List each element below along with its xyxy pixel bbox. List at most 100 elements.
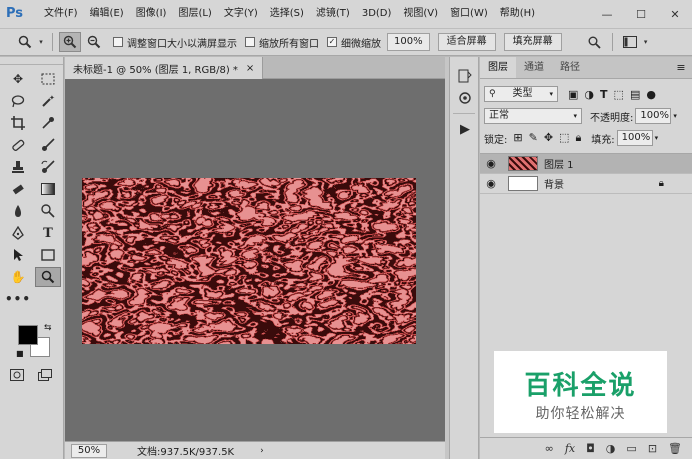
menu-3d[interactable]: 3D(D)	[356, 0, 398, 28]
checkmark-icon[interactable]: ✓	[327, 37, 337, 47]
menu-edit[interactable]: 编辑(E)	[84, 0, 130, 28]
checkbox-box[interactable]	[245, 37, 255, 47]
resize-windows-checkbox[interactable]: 调整窗口大小以满屏显示	[113, 35, 237, 50]
lock-image-icon[interactable]: ✎	[529, 131, 538, 145]
panel-menu-icon[interactable]: ≡	[670, 57, 692, 78]
zoom-out-icon[interactable]	[83, 32, 105, 52]
lock-transparent-icon[interactable]: ⊞	[513, 131, 522, 145]
eye-icon[interactable]: ◉	[480, 177, 502, 190]
checkbox-box[interactable]	[113, 37, 123, 47]
clone-stamp-tool-icon[interactable]	[5, 157, 31, 177]
edit-toolbar-icon[interactable]: •••	[5, 289, 31, 309]
menu-select[interactable]: 选择(S)	[264, 0, 310, 28]
history-brush-tool-icon[interactable]	[35, 157, 61, 177]
panel-grip[interactable]	[450, 57, 478, 65]
foreground-color-swatch[interactable]	[18, 325, 38, 345]
link-layers-icon[interactable]: ∞	[545, 442, 554, 455]
swap-colors-icon[interactable]: ⇆	[44, 323, 52, 333]
zoom-in-icon[interactable]	[59, 32, 81, 52]
search-icon[interactable]	[584, 32, 606, 52]
history-panel-icon[interactable]	[450, 65, 480, 87]
new-group-icon[interactable]: ▭	[626, 442, 636, 455]
document-tab[interactable]: 未标题-1 @ 50% (图层 1, RGB/8) * ×	[65, 57, 264, 79]
dodge-tool-icon[interactable]	[35, 201, 61, 221]
type-filter-icon[interactable]: T	[600, 88, 608, 101]
quick-mask-icon[interactable]	[10, 369, 24, 384]
add-mask-icon[interactable]: ◘	[586, 442, 595, 455]
move-tool-icon[interactable]: ✥	[5, 69, 31, 89]
menu-filter[interactable]: 滤镜(T)	[310, 0, 356, 28]
path-selection-tool-icon[interactable]	[5, 245, 31, 265]
fit-screen-button[interactable]: 适合屏幕	[437, 33, 496, 51]
chevron-down-icon[interactable]: ▾	[655, 134, 659, 142]
zoom-tool-preset-icon[interactable]	[14, 32, 36, 52]
properties-panel-icon[interactable]	[450, 87, 480, 109]
document-canvas[interactable]	[82, 178, 416, 344]
tab-paths[interactable]: 路径	[552, 57, 588, 78]
fill-field[interactable]: 100%	[616, 130, 653, 146]
menu-file[interactable]: 文件(F)	[38, 0, 84, 28]
trash-icon[interactable]: 🗑︎	[668, 442, 682, 455]
menu-type[interactable]: 文字(Y)	[218, 0, 264, 28]
workspace-switcher-icon[interactable]	[619, 32, 641, 52]
menu-image[interactable]: 图像(I)	[130, 0, 173, 28]
gradient-tool-icon[interactable]	[35, 179, 61, 199]
status-zoom-field[interactable]: 50%	[71, 443, 107, 458]
chevron-right-icon[interactable]: ›	[260, 446, 264, 456]
opacity-field[interactable]: 100%	[635, 108, 672, 124]
layer-row-background[interactable]: ◉ 背景 🔒︎	[480, 174, 692, 194]
chevron-down-icon[interactable]: ▾	[641, 32, 651, 52]
new-layer-icon[interactable]: ⊡	[648, 442, 657, 455]
marquee-tool-icon[interactable]	[35, 69, 61, 89]
lock-artboard-icon[interactable]: ⬚	[559, 131, 569, 145]
minimize-button[interactable]: —	[590, 0, 624, 28]
brush-tool-icon[interactable]	[35, 135, 61, 155]
zoom-value-field[interactable]: 100%	[387, 33, 430, 51]
chevron-down-icon[interactable]: ▾	[36, 32, 46, 52]
fill-screen-button[interactable]: 填充屏幕	[503, 33, 562, 51]
eye-icon[interactable]: ◉	[480, 157, 502, 170]
canvas-area[interactable]	[65, 79, 445, 441]
hand-tool-icon[interactable]: ✋	[5, 267, 31, 287]
tab-channels[interactable]: 通道	[516, 57, 552, 78]
layer-style-icon[interactable]: fx	[565, 442, 575, 455]
filter-toggle-icon[interactable]: ●	[646, 88, 656, 101]
adjustment-filter-icon[interactable]: ◑	[584, 88, 594, 101]
lock-position-icon[interactable]: ✥	[544, 131, 553, 145]
type-tool-icon[interactable]: T	[35, 223, 61, 243]
default-colors-icon[interactable]: ■	[16, 349, 24, 358]
blend-mode-select[interactable]: 正常 ▾	[484, 108, 582, 124]
filter-kind-select[interactable]: ⚲ 类型 ▾	[484, 86, 558, 102]
menu-view[interactable]: 视图(V)	[397, 0, 444, 28]
close-icon[interactable]: ×	[246, 63, 254, 74]
blur-tool-icon[interactable]	[5, 201, 31, 221]
pen-tool-icon[interactable]	[5, 223, 31, 243]
play-actions-icon[interactable]: ▶	[450, 118, 480, 140]
crop-tool-icon[interactable]	[5, 113, 31, 133]
eyedropper-tool-icon[interactable]	[35, 113, 61, 133]
screen-mode-icon[interactable]	[38, 369, 52, 384]
lock-all-icon[interactable]: 🔒︎	[575, 131, 581, 145]
healing-brush-tool-icon[interactable]	[5, 135, 31, 155]
layer-name[interactable]: 图层 1	[544, 156, 574, 171]
zoom-tool-icon[interactable]	[35, 267, 61, 287]
tab-layers[interactable]: 图层	[480, 57, 516, 78]
rectangle-tool-icon[interactable]	[35, 245, 61, 265]
menu-layer[interactable]: 图层(L)	[172, 0, 217, 28]
pixel-filter-icon[interactable]: ▣	[568, 88, 578, 101]
close-button[interactable]: ✕	[658, 0, 692, 28]
maximize-button[interactable]: ☐	[624, 0, 658, 28]
layer-row-layer1[interactable]: ◉ 图层 1	[480, 154, 692, 174]
panel-grip[interactable]	[0, 57, 63, 65]
lasso-tool-icon[interactable]	[5, 91, 31, 111]
zoom-all-checkbox[interactable]: 缩放所有窗口	[245, 35, 319, 50]
menu-window[interactable]: 窗口(W)	[444, 0, 494, 28]
scrubby-zoom-checkbox[interactable]: ✓ 细微缩放	[327, 35, 381, 50]
eraser-tool-icon[interactable]	[5, 179, 31, 199]
smart-object-filter-icon[interactable]: ▤	[630, 88, 640, 101]
adjustment-layer-icon[interactable]: ◑	[606, 442, 616, 455]
magic-wand-tool-icon[interactable]: ✦	[35, 91, 61, 111]
layer-name[interactable]: 背景	[544, 176, 564, 191]
chevron-down-icon[interactable]: ▾	[673, 112, 677, 120]
menu-help[interactable]: 帮助(H)	[494, 0, 541, 28]
